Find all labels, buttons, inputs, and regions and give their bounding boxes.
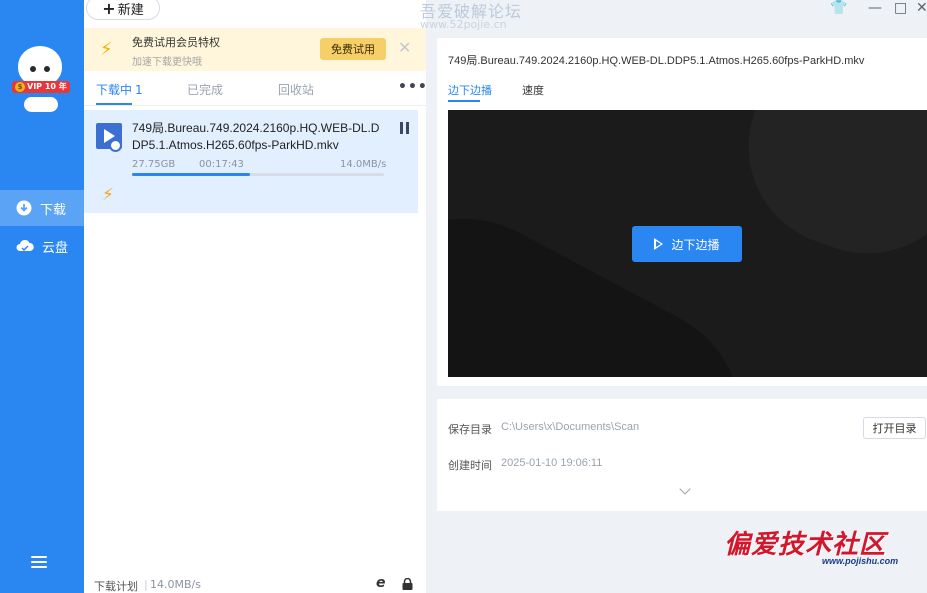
- site-logo: 偏爱技术社区 www.pojishu.com: [722, 524, 912, 572]
- save-dir-value: C:\Users\x\Documents\Scan: [501, 421, 640, 433]
- sidebar-item-download[interactable]: 下载: [0, 190, 84, 226]
- task-detail-panel: 749局.Bureau.749.2024.2160p.HQ.WEB-DL.DDP…: [437, 38, 927, 386]
- sidebar-item-label: 下载: [40, 202, 67, 218]
- skin-icon[interactable]: 👕: [830, 0, 847, 16]
- close-icon[interactable]: ✕: [398, 38, 411, 57]
- task-row[interactable]: 749局.Bureau.749.2024.2160p.HQ.WEB-DL.DDP…: [84, 110, 418, 213]
- avatar-eye: [44, 66, 50, 72]
- status-bar: 下载计划 | 14.0MB/s e: [84, 574, 426, 593]
- task-info-panel: 保存目录 C:\Users\x\Documents\Scan 打开目录 创建时间…: [437, 399, 927, 511]
- tab-label: 下载中: [96, 83, 133, 97]
- sidebar-item-cloud[interactable]: 云盘: [0, 228, 84, 264]
- tab-speed[interactable]: 速度: [522, 82, 544, 98]
- save-dir-label: 保存目录: [448, 423, 492, 436]
- free-trial-button[interactable]: 免费试用: [320, 38, 386, 60]
- vip-badge: $ VIP 10 年: [12, 81, 70, 93]
- pause-icon[interactable]: [400, 122, 410, 134]
- active-tab-indicator: [96, 103, 132, 105]
- close-window-icon[interactable]: ✕: [916, 0, 927, 16]
- tab-completed[interactable]: 已完成: [187, 81, 223, 98]
- download-icon: [16, 200, 32, 216]
- divider: |: [144, 578, 148, 591]
- logo-url: www.pojishu.com: [822, 556, 899, 566]
- chevron-down-icon[interactable]: [679, 483, 691, 495]
- avatar-face: [18, 46, 62, 86]
- account-pill[interactable]: [24, 97, 58, 112]
- task-tabs: 下载中 1 已完成 回收站 •••: [84, 72, 428, 106]
- download-plan-link[interactable]: 下载计划: [94, 578, 138, 593]
- play-button[interactable]: 边下边播: [632, 226, 742, 262]
- created-time-label: 创建时间: [448, 459, 492, 472]
- sidebar-item-label: 云盘: [42, 240, 69, 256]
- open-folder-button[interactable]: 打开目录: [863, 417, 926, 439]
- avatar-eye: [30, 66, 36, 72]
- minimize-icon[interactable]: —: [868, 0, 882, 16]
- task-filename: 749局.Bureau.749.2024.2160p.HQ.WEB-DL.DDP…: [132, 121, 380, 152]
- created-time-value: 2025-01-10 19:06:11: [501, 457, 603, 469]
- watermark-url: www.52pojie.cn: [420, 18, 507, 31]
- promo-title: 免费试用会员特权: [132, 36, 220, 49]
- maximize-icon[interactable]: □: [894, 0, 907, 16]
- new-task-label: 新建: [117, 2, 144, 18]
- plus-icon: +: [102, 0, 116, 18]
- coin-icon: $: [15, 82, 25, 92]
- task-progress-bar: [132, 173, 384, 176]
- total-speed: 14.0MB/s: [150, 578, 201, 591]
- task-size: 27.75GB: [132, 159, 176, 170]
- task-speed: 14.0MB/s: [340, 159, 387, 170]
- play-icon: [654, 238, 664, 250]
- video-preview: 边下边播: [448, 110, 927, 377]
- accelerate-icon[interactable]: ⚡: [102, 185, 114, 205]
- detail-title: 749局.Bureau.749.2024.2160p.HQ.WEB-DL.DDP…: [448, 55, 865, 67]
- window-controls: 👕 — □ ✕: [830, 0, 927, 18]
- lightning-icon: ⚡: [100, 39, 113, 60]
- lock-icon[interactable]: [402, 578, 413, 590]
- tab-downloading[interactable]: 下载中 1: [96, 81, 143, 98]
- video-file-icon: [96, 123, 122, 152]
- promo-subtitle: 加速下载更快哦: [132, 57, 202, 68]
- promo-banner: ⚡ 免费试用会员特权 加速下载更快哦 免费试用 ✕: [84, 28, 426, 71]
- task-time-remaining: 00:17:43: [199, 159, 244, 170]
- hamburger-menu-icon[interactable]: [31, 556, 47, 569]
- play-button-label: 边下边播: [671, 237, 720, 252]
- vip-year-label: 年: [58, 82, 67, 91]
- more-options-icon[interactable]: •••: [398, 79, 428, 95]
- browser-icon[interactable]: e: [376, 575, 386, 591]
- task-list-panel: + 新建 ⚡ 免费试用会员特权 加速下载更快哦 免费试用 ✕ 下载中 1 已完成 …: [84, 0, 428, 593]
- sidebar: $ VIP 10 年 下载 云盘: [0, 0, 84, 593]
- tab-play-while-downloading[interactable]: 边下边播: [448, 82, 492, 98]
- active-tab-indicator: [448, 100, 480, 102]
- new-task-button[interactable]: + 新建: [86, 0, 160, 20]
- cloud-icon: [16, 239, 34, 252]
- tab-recycle-bin[interactable]: 回收站: [278, 81, 314, 98]
- task-progress-fill: [132, 173, 251, 176]
- vip-badge-label: VIP 10: [27, 82, 56, 91]
- tab-count: 1: [135, 83, 143, 97]
